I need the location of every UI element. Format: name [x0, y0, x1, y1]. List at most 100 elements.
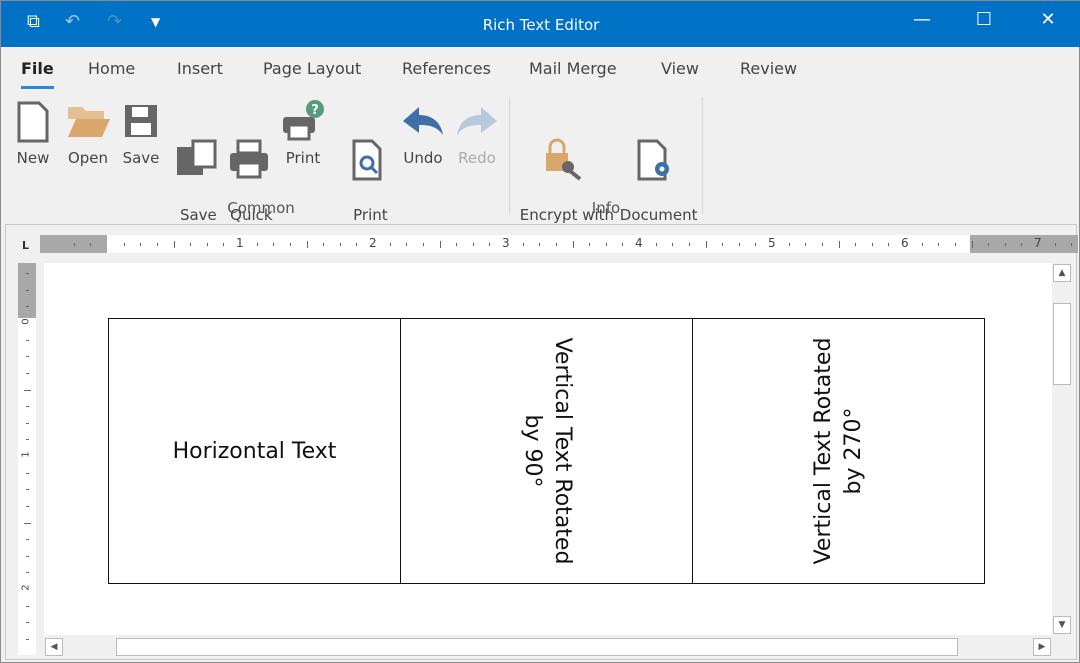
ruler-tick	[988, 242, 990, 246]
tab-stop-selector[interactable]: L	[22, 239, 29, 252]
ruler-tick	[605, 242, 607, 246]
document-properties-button[interactable]: Document Properties	[615, 99, 698, 244]
ruler-tick	[223, 242, 225, 246]
ruler-tick	[688, 242, 690, 246]
tab-view[interactable]: View	[661, 59, 699, 78]
tab-review[interactable]: Review	[740, 59, 797, 78]
close-button[interactable]: ✕	[1025, 9, 1071, 39]
ruler-label: 0	[20, 318, 32, 325]
group-label-common: Common	[227, 199, 295, 217]
horizontal-ruler[interactable]: 1 2 3 4 5 6 7	[40, 235, 1078, 253]
ruler-tick	[25, 505, 29, 507]
scroll-left-button[interactable]: ◀	[45, 638, 63, 656]
undo-button[interactable]: Undo	[401, 99, 445, 168]
ruler-tick	[323, 242, 325, 246]
quick-print-icon	[230, 139, 268, 179]
encrypt-with-password-button[interactable]: Encrypt with Password	[515, 99, 614, 244]
redo-icon	[457, 107, 497, 135]
open-button[interactable]: Open	[63, 99, 113, 168]
title-bar: ⧉ ↶ ↷ ▼ Rich Text Editor — ☐ ✕	[1, 1, 1080, 47]
ruler-tick	[439, 240, 441, 248]
open-label: Open	[67, 149, 109, 167]
new-button[interactable]: New	[13, 99, 53, 168]
document-page[interactable]: Horizontal Text Vertical Text Rotated by…	[44, 263, 1052, 635]
ruler-tick	[25, 555, 29, 557]
print-preview-button[interactable]: Print Preview	[341, 99, 399, 244]
ruler-tick	[1004, 242, 1006, 246]
ruler-tick	[489, 242, 491, 246]
ruler-tick	[25, 356, 29, 358]
ruler-tick	[805, 242, 807, 246]
print-button[interactable]: ? Print	[281, 99, 325, 168]
vertical-scroll-thumb[interactable]	[1053, 303, 1071, 385]
minimize-button[interactable]: —	[899, 9, 945, 39]
table-cell-rotated-270[interactable]: Vertical Text Rotated by 270°	[692, 318, 985, 584]
horizontal-scroll-thumb[interactable]	[116, 638, 958, 656]
ruler-tick	[173, 240, 175, 248]
ruler-tick	[23, 522, 31, 524]
ruler-tick	[1054, 242, 1056, 246]
ruler-tick	[23, 389, 31, 391]
ruler-tick	[25, 572, 29, 574]
ruler-tick	[25, 605, 29, 607]
vertical-scrollbar[interactable]: ▲ ▼	[1052, 263, 1072, 635]
ruler-tick	[306, 240, 308, 248]
ruler-tick	[572, 240, 574, 248]
print-label: Print	[285, 149, 321, 167]
tab-references[interactable]: References	[402, 59, 491, 78]
ruler-tick	[655, 242, 657, 246]
ruler-tick	[921, 242, 923, 246]
ruler-tick	[539, 242, 541, 246]
tab-mail-merge[interactable]: Mail Merge	[529, 59, 617, 78]
ruler-tick	[25, 539, 29, 541]
ruler-tick	[672, 242, 674, 246]
ruler-label: 4	[635, 236, 643, 250]
ruler-tick	[156, 242, 158, 246]
table-cell-horizontal[interactable]: Horizontal Text	[108, 318, 401, 584]
ruler-tick	[738, 242, 740, 246]
maximize-button[interactable]: ☐	[961, 9, 1007, 39]
ruler-tick	[206, 242, 208, 246]
ruler-tick	[25, 306, 29, 308]
horizontal-scrollbar[interactable]: ◀ ▶	[44, 637, 1052, 657]
cell-text: Vertical Text Rotated by 270°	[810, 337, 866, 565]
ruler-label: 1	[236, 236, 244, 250]
ruler-tick	[589, 242, 591, 246]
ruler-tick	[472, 242, 474, 246]
ruler-tick	[256, 242, 258, 246]
ruler-label: 7	[1034, 236, 1042, 250]
document-table: Horizontal Text Vertical Text Rotated by…	[108, 318, 985, 584]
vertical-ruler[interactable]: 0 1 2	[18, 263, 36, 655]
save-as-button[interactable]: Save As	[173, 99, 219, 244]
save-as-icon	[177, 139, 217, 175]
table-cell-rotated-90[interactable]: Vertical Text Rotated by 90°	[400, 318, 693, 584]
scroll-down-button[interactable]: ▼	[1053, 616, 1071, 634]
tab-file[interactable]: File	[21, 59, 54, 89]
save-button[interactable]: Save	[121, 99, 161, 168]
lock-key-icon	[546, 138, 582, 181]
tab-home[interactable]: Home	[88, 59, 135, 78]
tab-page-layout[interactable]: Page Layout	[263, 59, 361, 78]
ruler-tick	[123, 242, 125, 246]
quick-print-button[interactable]: Quick Print	[225, 99, 273, 244]
ruler-label: 2	[20, 584, 32, 591]
undo-label: Undo	[403, 149, 443, 167]
print-preview-icon	[352, 139, 382, 181]
redo-button[interactable]: Redo	[455, 99, 499, 168]
ruler-tick	[273, 242, 275, 246]
ruler-tick	[755, 242, 757, 246]
ruler-tick	[456, 242, 458, 246]
tab-insert[interactable]: Insert	[177, 59, 223, 78]
ruler-tick	[855, 242, 857, 246]
ruler-tick	[190, 242, 192, 246]
scroll-right-button[interactable]: ▶	[1033, 638, 1051, 656]
ruler-tick	[555, 242, 557, 246]
ruler-tick	[25, 339, 29, 341]
new-document-icon	[17, 101, 49, 143]
ruler-tick	[25, 422, 29, 424]
ruler-tick	[871, 242, 873, 246]
svg-text:?: ?	[311, 103, 319, 118]
ruler-tick	[622, 242, 624, 246]
ruler-label: 3	[502, 236, 510, 250]
scroll-up-button[interactable]: ▲	[1053, 264, 1071, 282]
